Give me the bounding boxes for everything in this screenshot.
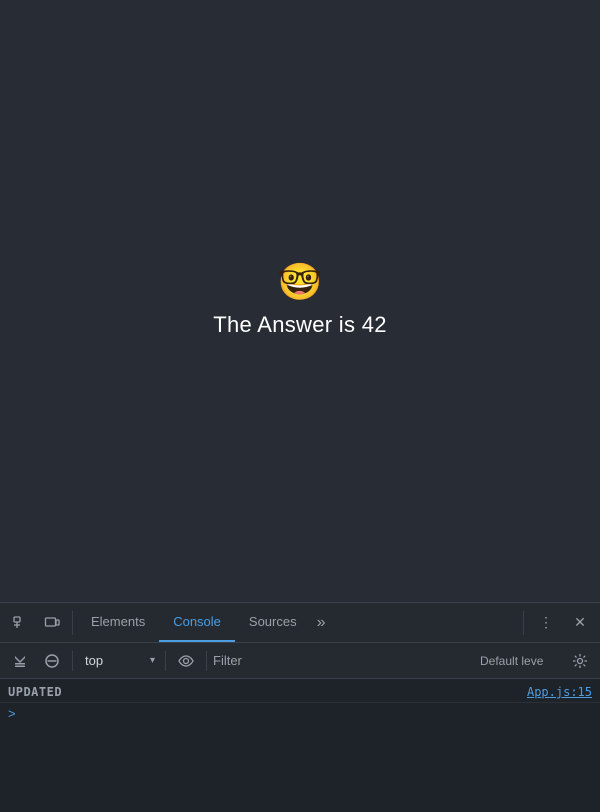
tab-sources[interactable]: Sources	[235, 603, 311, 642]
right-divider	[523, 611, 524, 635]
level-select-wrapper: Default leve	[476, 650, 562, 672]
eye-button[interactable]	[172, 647, 200, 675]
close-icon: ✕	[574, 614, 586, 631]
clear-console-button[interactable]	[6, 647, 34, 675]
filter-input[interactable]	[213, 653, 273, 668]
devtools-right-icons: ⋮ ✕	[519, 607, 596, 639]
page-heading: The Answer is 42	[213, 312, 387, 338]
console-divider-2	[165, 651, 166, 671]
page-emoji: 🤓	[278, 264, 323, 300]
level-select[interactable]: Default leve	[476, 650, 562, 672]
console-message: UPDATED	[8, 685, 62, 699]
console-output: UPDATED App.js:15 >	[0, 679, 600, 812]
console-divider-3	[206, 651, 207, 671]
console-prompt-icon: >	[8, 706, 16, 721]
browser-viewport: 🤓 The Answer is 42	[0, 0, 600, 602]
device-toggle-button[interactable]	[36, 607, 68, 639]
console-row-content: UPDATED	[8, 685, 527, 699]
element-picker-button[interactable]	[4, 607, 36, 639]
devtools-tabs: Elements Console Sources »	[77, 603, 519, 642]
console-source-link[interactable]: App.js:15	[527, 685, 592, 699]
more-options-button[interactable]: ⋮	[530, 607, 562, 639]
no-entry-button[interactable]	[38, 647, 66, 675]
settings-button[interactable]	[566, 647, 594, 675]
context-selector-wrapper: top ▾	[79, 649, 159, 672]
console-divider-1	[72, 651, 73, 671]
console-row: UPDATED App.js:15	[0, 683, 600, 703]
devtools-panel: Elements Console Sources » ⋮ ✕	[0, 602, 600, 812]
devtools-toolbar: Elements Console Sources » ⋮ ✕	[0, 603, 600, 643]
more-options-icon: ⋮	[539, 614, 553, 631]
console-prompt-row: >	[0, 703, 600, 723]
tab-console[interactable]: Console	[159, 603, 235, 642]
filter-input-wrapper	[213, 653, 472, 668]
tab-elements[interactable]: Elements	[77, 603, 159, 642]
toolbar-divider	[72, 611, 73, 635]
console-toolbar: top ▾ Default leve	[0, 643, 600, 679]
close-devtools-button[interactable]: ✕	[564, 607, 596, 639]
more-tabs-button[interactable]: »	[311, 614, 332, 632]
context-select[interactable]: top	[79, 649, 159, 672]
